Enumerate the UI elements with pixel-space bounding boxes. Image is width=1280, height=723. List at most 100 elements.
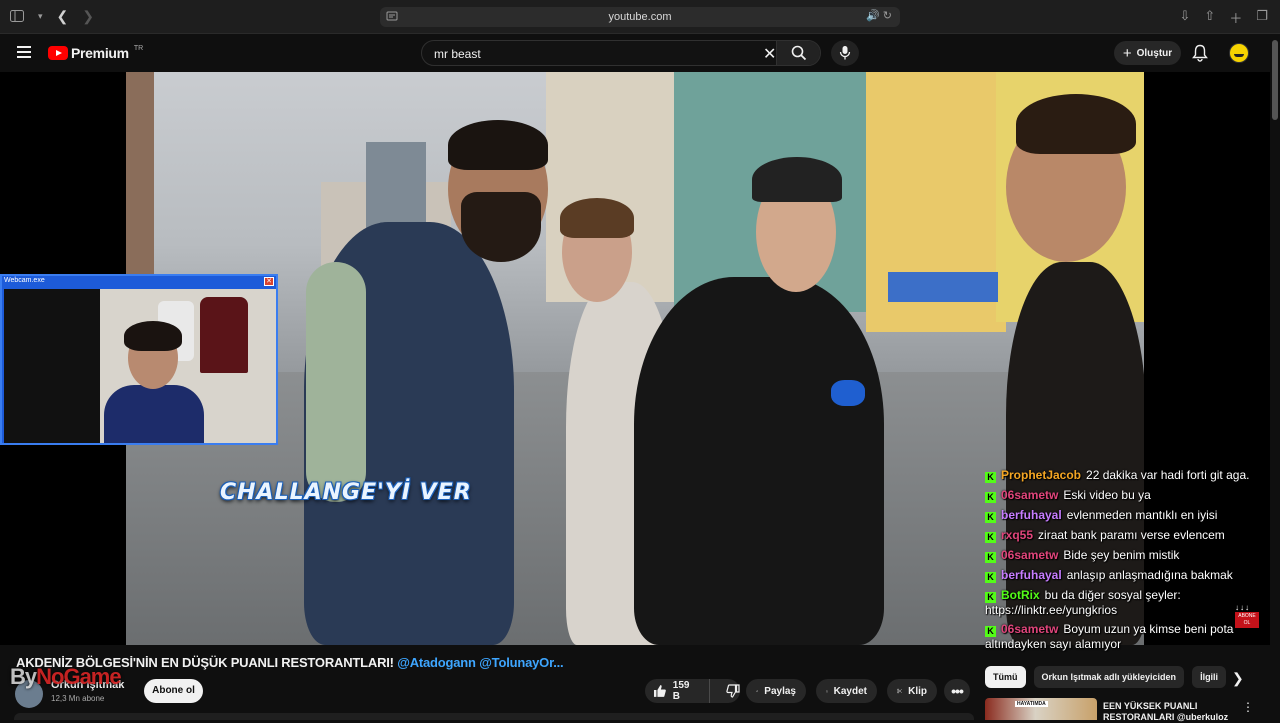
address-bar[interactable]: youtube.com 🔊 ↻ [380, 7, 900, 27]
webcam-feed [4, 289, 276, 443]
subscriber-count: 12,3 Mn abone [51, 694, 105, 703]
chat-message: Kberfuhayal anlaşıp anlaşmadığına bakmak [985, 568, 1270, 583]
clip-button[interactable]: Klip [887, 679, 937, 703]
youtube-premium-logo[interactable]: Premium TR [48, 45, 143, 61]
chat-username: BotRix [1001, 588, 1040, 602]
bynogame-watermark: ByNoGame [10, 664, 122, 690]
chat-username: ProphetJacob [1001, 468, 1082, 482]
person-black [634, 277, 884, 645]
audio-reload-icon[interactable]: 🔊 ↻ [866, 9, 892, 22]
like-dislike-group: 159 B [645, 679, 740, 703]
chat-message: K BotRix bu da diğer sosyal şeyler: https:… [985, 588, 1270, 617]
chat-text: ziraat bank paramı verse evlencem [1038, 528, 1225, 542]
blue-object [831, 380, 865, 406]
video-player[interactable]: CHALLANGE'Yİ VER Webcam.exe ✕ K ProphetJa… [0, 72, 1270, 651]
share-button[interactable]: Paylaş [746, 679, 806, 703]
subscribe-button[interactable]: Abone ol [144, 679, 203, 703]
chat-text: 22 dakika var hadi forti git aga. [1086, 468, 1250, 482]
video-title-mentions[interactable]: @Atadogann @TolunayOr... [397, 655, 563, 670]
chat-message: K 06sametw Bide şey benim mistik [985, 548, 1270, 563]
chevron-right-icon[interactable]: ❯ [1232, 670, 1244, 687]
youtube-header: Premium TR mr beast ✕ + Oluştur [0, 34, 1270, 72]
create-label: Oluştur [1136, 47, 1173, 59]
chat-username: rxq55 [1001, 528, 1034, 542]
chat-username: berfuhayal [1001, 568, 1062, 582]
page-scrollbar[interactable] [1270, 34, 1280, 720]
chat-username: berfuhayal [1001, 508, 1062, 522]
chat-text: evlenmeden mantıklı en iyisi [1066, 508, 1218, 522]
person-sleeve [306, 262, 366, 502]
save-button[interactable]: Kaydet [816, 679, 877, 703]
watermark-nogame: NoGame [36, 664, 121, 689]
more-vertical-icon[interactable]: ⋮ [1242, 700, 1254, 714]
account-avatar[interactable] [1229, 43, 1249, 63]
search-button[interactable] [776, 41, 820, 65]
person-beard [461, 192, 541, 262]
chat-message: K 06sametw Eski video bu ya [985, 488, 1270, 503]
notifications-bell-icon[interactable] [1192, 44, 1208, 62]
save-label: Kaydet [833, 685, 867, 697]
kick-badge-icon: K [985, 626, 996, 637]
scrollbar-thumb[interactable] [1272, 40, 1278, 120]
person-hair [560, 198, 634, 238]
chip-related[interactable]: İlgili [1192, 666, 1227, 688]
chat-text: Eski video bu ya [1063, 488, 1151, 502]
browser-actions: ⇩ ⇧ ＋ ❐ [1180, 8, 1268, 27]
download-icon[interactable]: ⇩ [1180, 8, 1191, 27]
browser-toolbar: ▾ ❮ ❯ youtube.com 🔊 ↻ ⇩ ⇧ ＋ ❐ [0, 0, 1280, 34]
new-tab-icon[interactable]: ＋ [1229, 8, 1242, 27]
voice-search-button[interactable] [831, 40, 859, 66]
chat-text: anlaşıp anlaşmadığına bakmak [1066, 568, 1233, 582]
chat-username: 06sametw [1001, 622, 1059, 636]
person-cap [752, 157, 842, 202]
kick-badge-icon: K [985, 532, 996, 543]
like-button[interactable]: 159 B [645, 679, 710, 703]
mic-icon [839, 46, 851, 60]
forward-icon[interactable]: ❯ [82, 8, 94, 25]
chip-all[interactable]: Tümü [985, 666, 1026, 688]
chat-username: 06sametw [1001, 548, 1059, 562]
search-input[interactable]: mr beast ✕ [421, 40, 821, 66]
menu-icon[interactable] [17, 46, 31, 58]
bookmark-icon [826, 690, 828, 693]
share-label: Paylaş [764, 685, 796, 697]
play-logo-icon [48, 46, 68, 60]
description-box[interactable] [14, 713, 974, 720]
subscribe-overlay-label: ABONE OL [1235, 612, 1259, 628]
recommended-video-thumbnail[interactable]: HAYATIMDA [985, 698, 1097, 720]
kick-badge-icon: K [985, 592, 996, 603]
chevron-down-icon[interactable]: ▾ [38, 11, 43, 22]
share-arrow-icon [756, 689, 759, 693]
share-icon[interactable]: ⇧ [1204, 8, 1215, 27]
thumbnail-label: HAYATIMDA [1015, 701, 1048, 707]
filter-chips: Tümü Orkun Işıtmak adlı yükleyiciden İlg… [985, 666, 1227, 688]
create-button[interactable]: + Oluştur [1114, 41, 1181, 65]
person-hair [448, 120, 548, 170]
back-icon[interactable]: ❮ [57, 8, 69, 25]
search-icon [791, 45, 807, 61]
store-sign [888, 272, 998, 302]
webcam-streamer [104, 385, 204, 443]
chat-text: Bide şey benim mistik [1063, 548, 1180, 562]
webcam-shirt [200, 297, 248, 373]
clear-search-icon[interactable]: ✕ [763, 44, 776, 64]
dislike-button[interactable] [716, 679, 740, 703]
watermark-by: By [10, 664, 37, 689]
chip-from-uploader[interactable]: Orkun Işıtmak adlı yükleyiciden [1033, 666, 1185, 688]
webcam-streamer-hair [124, 321, 182, 351]
chat-message: Krxq55 ziraat bank paramı verse evlencem [985, 528, 1270, 543]
more-actions-button[interactable]: ••• [944, 679, 970, 703]
scissors-icon [897, 688, 902, 694]
browser-nav: ▾ ❮ ❯ [10, 8, 94, 25]
tabs-overview-icon[interactable]: ❐ [1256, 8, 1268, 27]
sidebar-toggle-icon[interactable] [10, 9, 24, 25]
url-text: youtube.com [608, 11, 672, 23]
kick-badge-icon: K [985, 572, 996, 583]
down-arrows-icon: ↓↓↓ [1235, 603, 1250, 612]
clip-label: Klip [908, 685, 927, 697]
subscribe-overlay: ↓↓↓ ABONE OL [1235, 603, 1261, 629]
logo-country: TR [133, 45, 144, 52]
webcam-title: Webcam.exe [4, 277, 45, 284]
kick-badge-icon: K [985, 492, 996, 503]
logo-text: Premium [71, 45, 129, 61]
